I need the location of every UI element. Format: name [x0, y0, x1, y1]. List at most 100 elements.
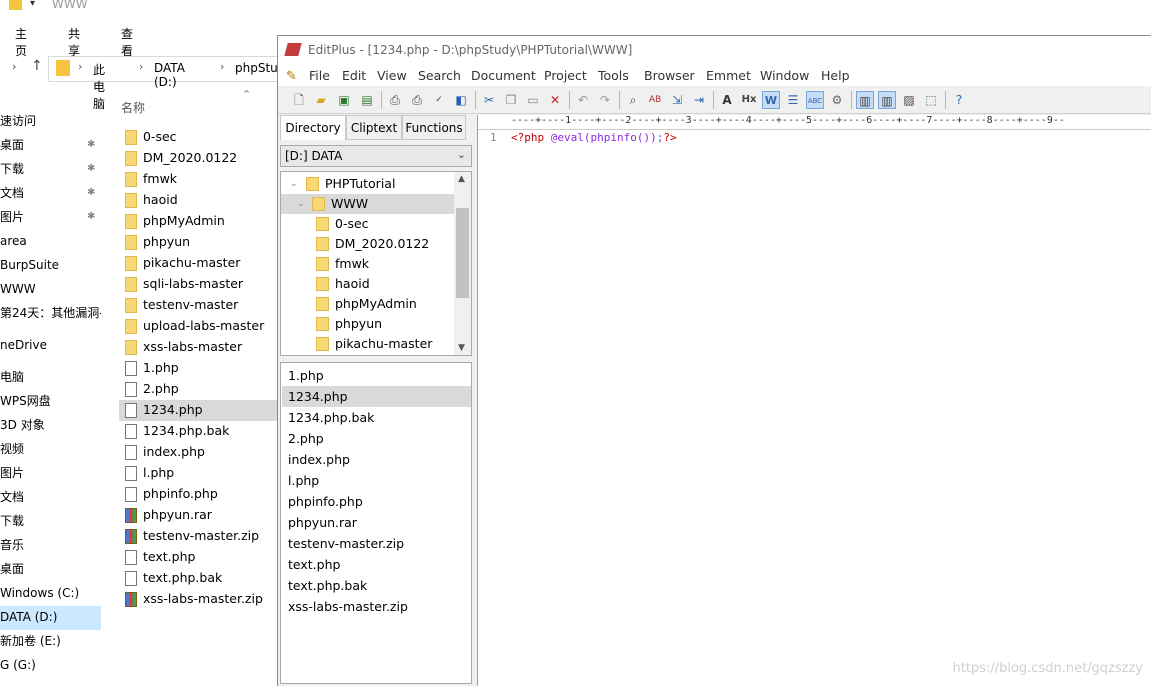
file-row[interactable]: pikachu-master: [119, 253, 289, 274]
tab-functions[interactable]: Functions: [402, 115, 466, 140]
collapse-icon[interactable]: ⌄: [297, 194, 305, 214]
settings-icon[interactable]: ⚙: [828, 91, 846, 109]
menu-emmet[interactable]: Emmet: [706, 68, 751, 83]
file-list-item-selected[interactable]: 1234.php: [282, 386, 471, 407]
tree-item[interactable]: DM_2020.0122: [281, 234, 455, 254]
nav-item[interactable]: 视频: [0, 438, 101, 462]
file-list-item[interactable]: phpinfo.php: [282, 491, 471, 512]
nav-item[interactable]: 下载 ✱: [0, 158, 101, 182]
file-row[interactable]: l.php: [119, 463, 289, 484]
menu-search[interactable]: Search: [418, 68, 461, 83]
nav-item[interactable]: 电脑: [0, 366, 101, 390]
nav-item[interactable]: 图片: [0, 462, 101, 486]
tab-home[interactable]: 主页: [15, 25, 27, 59]
word-wrap-icon[interactable]: W: [762, 91, 780, 109]
file-row[interactable]: upload-labs-master: [119, 316, 289, 337]
file-row[interactable]: sqli-labs-master: [119, 274, 289, 295]
file-row[interactable]: haoid: [119, 190, 289, 211]
font-icon[interactable]: A: [718, 91, 736, 109]
menu-edit[interactable]: Edit: [342, 68, 366, 83]
nav-item[interactable]: 桌面: [0, 558, 101, 582]
file-row[interactable]: phpinfo.php: [119, 484, 289, 505]
file-row[interactable]: fmwk: [119, 169, 289, 190]
browser-icon[interactable]: ◧: [452, 91, 470, 109]
file-row[interactable]: xss-labs-master.zip: [119, 589, 289, 610]
tree-item[interactable]: ⌄ PHPTutorial: [281, 174, 455, 194]
file-list-item[interactable]: text.php: [282, 554, 471, 575]
save-all-icon[interactable]: ▤: [358, 91, 376, 109]
tree-item-selected[interactable]: ⌄ WWW: [281, 194, 455, 214]
copy-icon[interactable]: ❐: [502, 91, 520, 109]
cut-icon[interactable]: ✂: [480, 91, 498, 109]
tab-view[interactable]: 查看: [121, 25, 133, 59]
hex-icon[interactable]: Hx: [740, 91, 758, 109]
nav-item[interactable]: G (G:): [0, 654, 101, 678]
nav-item[interactable]: 音乐: [0, 534, 101, 558]
nav-item[interactable]: 下载: [0, 510, 101, 534]
nav-item[interactable]: WWW: [0, 278, 101, 302]
column-header-name[interactable]: 名称: [121, 99, 145, 116]
tab-directory[interactable]: Directory: [280, 115, 346, 140]
scrollbar-thumb[interactable]: [456, 208, 469, 298]
file-list-item[interactable]: 1234.php.bak: [282, 407, 471, 428]
output-window-icon[interactable]: ▨: [900, 91, 918, 109]
print-preview-icon[interactable]: ⎙: [386, 91, 404, 109]
spell-check-icon[interactable]: ✓: [430, 91, 448, 109]
file-row[interactable]: text.php: [119, 547, 289, 568]
code-editor[interactable]: ----+----1----+----2----+----3----+----4…: [477, 115, 1151, 686]
replace-icon[interactable]: AB: [646, 91, 664, 109]
nav-item[interactable]: 文档: [0, 486, 101, 510]
menu-window[interactable]: Window: [760, 68, 809, 83]
file-row[interactable]: DM_2020.0122: [119, 148, 289, 169]
menu-tools[interactable]: Tools: [598, 68, 629, 83]
code-line[interactable]: <?php @eval(phpinfo());?>: [511, 131, 677, 144]
nav-item[interactable]: 第24天：其他漏洞-: [0, 302, 101, 326]
nav-item[interactable]: Windows (C:): [0, 582, 101, 606]
redo-icon[interactable]: ↷: [596, 91, 614, 109]
new-icon[interactable]: 🗋: [290, 91, 308, 109]
nav-item-selected[interactable]: DATA (D:): [0, 606, 101, 630]
nav-item[interactable]: neDrive: [0, 334, 101, 358]
file-row[interactable]: testenv-master: [119, 295, 289, 316]
tree-item[interactable]: phpMyAdmin: [281, 294, 455, 314]
delete-icon[interactable]: ✕: [546, 91, 564, 109]
tree-item[interactable]: 0-sec: [281, 214, 455, 234]
open-icon[interactable]: ▰: [312, 91, 330, 109]
file-list-item[interactable]: 1.php: [282, 365, 471, 386]
nav-item[interactable]: 新加卷 (E:): [0, 630, 101, 654]
file-row-selected[interactable]: 1234.php: [119, 400, 289, 421]
menu-help[interactable]: Help: [821, 68, 850, 83]
file-row[interactable]: phpyun.rar: [119, 505, 289, 526]
tree-item[interactable]: fmwk: [281, 254, 455, 274]
tree-item[interactable]: haoid: [281, 274, 455, 294]
file-list-item[interactable]: phpyun.rar: [282, 512, 471, 533]
file-row[interactable]: index.php: [119, 442, 289, 463]
file-row[interactable]: phpyun: [119, 232, 289, 253]
file-row[interactable]: xss-labs-master: [119, 337, 289, 358]
menu-document[interactable]: Document: [471, 68, 536, 83]
nav-item[interactable]: 桌面 ✱: [0, 134, 101, 158]
goto-icon[interactable]: ⇲: [668, 91, 686, 109]
file-row[interactable]: phpMyAdmin: [119, 211, 289, 232]
breadcrumb-data-drive[interactable]: DATA (D:): [154, 61, 185, 89]
quick-access-dropdown-icon[interactable]: ▾: [30, 0, 35, 9]
menu-view[interactable]: View: [377, 68, 407, 83]
chevron-right-icon[interactable]: ›: [12, 60, 16, 73]
undo-icon[interactable]: ↶: [574, 91, 592, 109]
indent-icon[interactable]: ⇥: [690, 91, 708, 109]
menu-project[interactable]: Project: [544, 68, 587, 83]
collapse-icon[interactable]: ⌄: [290, 174, 298, 194]
dir-window-icon[interactable]: ▥: [856, 91, 874, 109]
breadcrumb-this-pc[interactable]: 此电脑: [93, 61, 105, 112]
drive-select[interactable]: [D:] DATA ⌄: [280, 145, 472, 167]
nav-item[interactable]: BurpSuite: [0, 254, 101, 278]
file-row[interactable]: text.php.bak: [119, 568, 289, 589]
nav-item[interactable]: area: [0, 230, 101, 254]
menu-file[interactable]: File: [309, 68, 330, 83]
file-list-item[interactable]: 2.php: [282, 428, 471, 449]
tab-share[interactable]: 共享: [68, 25, 80, 59]
file-row[interactable]: 2.php: [119, 379, 289, 400]
nav-item[interactable]: 速访问: [0, 110, 101, 134]
help-icon[interactable]: ?: [950, 91, 968, 109]
line-number-icon[interactable]: ☰: [784, 91, 802, 109]
